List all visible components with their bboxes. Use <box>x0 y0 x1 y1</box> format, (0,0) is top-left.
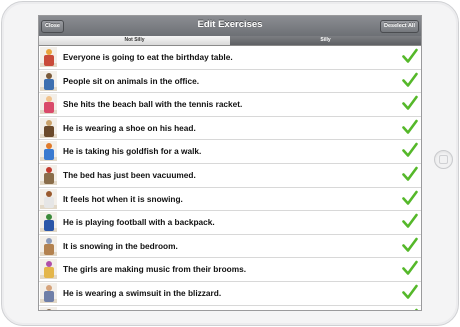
exercise-text: He is wearing a shoe on his head. <box>63 122 196 133</box>
exercise-text: He is playing football with a backpack. <box>63 217 215 228</box>
shoe-hat-thumbnail <box>40 117 57 138</box>
list-item[interactable]: Everyone is going to eat the birthday ta… <box>39 46 421 70</box>
exercise-text: The bed has just been vacuumed. <box>63 169 196 180</box>
exercise-text: It feels hot when it is snowing. <box>63 193 183 204</box>
checkmark-icon[interactable] <box>402 260 418 276</box>
list-item[interactable]: He is playing football with a backpack. <box>39 211 421 235</box>
list-item[interactable]: He is taking his goldfish for a walk. <box>39 140 421 164</box>
checkmark-icon[interactable] <box>402 72 418 88</box>
exercise-list[interactable]: Everyone is going to eat the birthday ta… <box>39 46 421 310</box>
checkmark-icon[interactable] <box>402 48 418 64</box>
list-item[interactable]: She hits the beach ball with the tennis … <box>39 93 421 117</box>
list-item[interactable]: He is wearing a shoe on his head. <box>39 117 421 141</box>
checkmark-icon[interactable] <box>402 95 418 111</box>
exercise-text: He is taking his goldfish for a walk. <box>63 146 202 157</box>
exercise-text: People sit on animals in the office. <box>63 75 200 86</box>
list-item[interactable]: People sit on animals in the office. <box>39 70 421 94</box>
vacuum-bed-thumbnail <box>40 164 57 185</box>
golf-hoover-thumbnail <box>40 306 57 310</box>
list-item[interactable]: He is wearing a swimsuit in the blizzard… <box>39 282 421 306</box>
list-item[interactable]: The girls are making music from their br… <box>39 258 421 282</box>
exercise-text: It is snowing in the bedroom. <box>63 240 178 251</box>
list-item[interactable]: He is playing golf with a hoover. <box>39 306 421 311</box>
deselect-all-button[interactable]: Deselect All <box>380 20 419 33</box>
checkmark-icon[interactable] <box>402 284 418 300</box>
birthday-party-thumbnail <box>40 47 57 67</box>
home-square-icon <box>439 155 448 164</box>
checkmark-icon[interactable] <box>402 166 418 182</box>
snow-bedroom-thumbnail <box>40 235 57 256</box>
hot-snow-thumbnail <box>40 188 57 209</box>
checkmark-icon[interactable] <box>402 119 418 135</box>
exercise-text: The girls are making music from their br… <box>63 264 247 275</box>
home-button[interactable] <box>434 150 453 169</box>
list-item[interactable]: It is snowing in the bedroom. <box>39 235 421 259</box>
swimsuit-blizzard-thumbnail <box>40 282 57 303</box>
checkmark-icon[interactable] <box>402 190 418 206</box>
tennis-thumbnail <box>40 94 57 115</box>
page-title: Edit Exercises <box>197 19 263 30</box>
exercise-text: Everyone is going to eat the birthday ta… <box>63 52 233 62</box>
list-item[interactable]: It feels hot when it is snowing. <box>39 188 421 212</box>
tab-not-silly[interactable]: Not Silly <box>39 36 230 45</box>
checkmark-icon[interactable] <box>402 142 418 158</box>
segmented-control: Not Silly Silly <box>39 36 421 46</box>
brooms-music-thumbnail <box>40 259 57 280</box>
checkmark-icon[interactable] <box>402 237 418 253</box>
exercise-text: She hits the beach ball with the tennis … <box>63 99 243 110</box>
football-thumbnail <box>40 212 57 233</box>
list-item[interactable]: The bed has just been vacuumed. <box>39 164 421 188</box>
goldfish-walk-thumbnail <box>40 141 57 162</box>
checkmark-icon[interactable] <box>402 213 418 229</box>
exercise-text: He is wearing a swimsuit in the blizzard… <box>63 287 222 298</box>
navigation-bar: Close Edit Exercises Deselect All <box>39 16 421 37</box>
checkmark-icon[interactable] <box>402 308 418 311</box>
office-animals-thumbnail <box>40 70 57 91</box>
app-screen: Close Edit Exercises Deselect All Not Si… <box>38 15 422 311</box>
tab-silly[interactable]: Silly <box>230 36 421 45</box>
